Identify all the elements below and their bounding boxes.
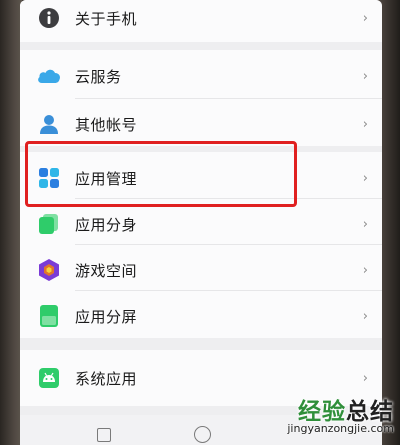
settings-item-label: 云服务 bbox=[75, 67, 122, 86]
person-icon bbox=[36, 111, 62, 137]
home-icon[interactable] bbox=[194, 426, 211, 443]
watermark-url: jingyanzongjie.com bbox=[287, 422, 394, 435]
settings-item-label: 应用分身 bbox=[75, 215, 138, 234]
chevron-right-icon: › bbox=[362, 10, 368, 26]
settings-item-label: 系统应用 bbox=[75, 369, 138, 388]
settings-item-about-phone[interactable]: 关于手机 › bbox=[20, 0, 382, 44]
app-clone-icon bbox=[36, 211, 62, 237]
settings-item-label: 游戏空间 bbox=[75, 261, 138, 280]
settings-item-label: 关于手机 bbox=[75, 9, 138, 28]
chevron-right-icon: › bbox=[362, 308, 368, 324]
chevron-right-icon: › bbox=[362, 262, 368, 278]
android-icon bbox=[36, 365, 62, 391]
recent-apps-icon[interactable] bbox=[97, 428, 111, 442]
settings-screen: 关于手机 › 云服务 › 其他帐号 › 应用管理 › 应用分身 › 游戏空间 ›… bbox=[20, 0, 382, 445]
phone-bezel-left bbox=[0, 0, 22, 445]
cloud-icon bbox=[36, 63, 62, 89]
settings-group-about: 关于手机 › bbox=[20, 0, 382, 42]
site-watermark: 经验总结 jingyanzongjie.com bbox=[280, 392, 398, 444]
settings-item-label: 应用分屏 bbox=[75, 307, 138, 326]
settings-group-accounts: 云服务 › 其他帐号 › bbox=[20, 50, 382, 146]
game-space-icon bbox=[36, 257, 62, 283]
settings-item-game-space[interactable]: 游戏空间 › bbox=[20, 244, 382, 296]
chevron-right-icon: › bbox=[362, 170, 368, 186]
settings-item-cloud-service[interactable]: 云服务 › bbox=[20, 50, 382, 102]
chevron-right-icon: › bbox=[362, 216, 368, 232]
settings-item-label: 其他帐号 bbox=[75, 115, 138, 134]
chevron-right-icon: › bbox=[362, 68, 368, 84]
info-icon bbox=[36, 5, 62, 31]
split-screen-icon bbox=[36, 303, 62, 329]
chevron-right-icon: › bbox=[362, 116, 368, 132]
watermark-title: 经验总结 bbox=[298, 392, 394, 426]
highlight-box bbox=[25, 141, 297, 207]
chevron-right-icon: › bbox=[362, 370, 368, 386]
settings-item-app-split-screen[interactable]: 应用分屏 › bbox=[20, 290, 382, 342]
